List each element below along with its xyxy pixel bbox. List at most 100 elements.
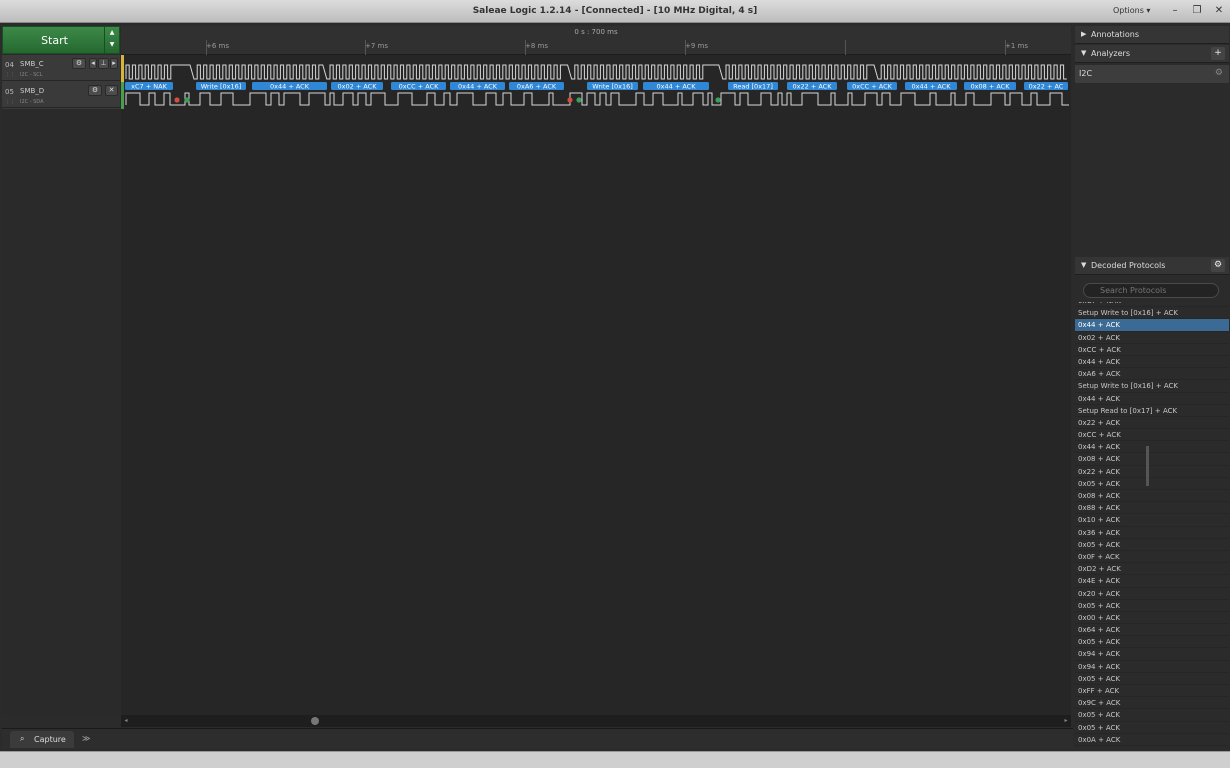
time-ruler[interactable]: 0 s : 700 ms +6 ms +7 ms +8 ms +9 ms +1 … — [121, 26, 1071, 55]
list-item[interactable]: 0x08 + ACK — [1075, 453, 1229, 466]
analyzers-header[interactable]: ▼ Analyzers + — [1075, 45, 1229, 63]
list-item[interactable]: 0x44 + ACK — [1075, 319, 1229, 332]
decoded-protocols-list[interactable]: 0xC7 + NAKSetup Write to [0x16] + ACK0x4… — [1075, 302, 1229, 750]
list-item[interactable]: 0x44 + ACK — [1075, 441, 1229, 454]
scroll-right-icon[interactable]: ▸ — [1061, 715, 1071, 727]
frame-label: xC7 + NAK — [131, 83, 167, 91]
list-item[interactable]: 0x20 + ACK — [1075, 588, 1229, 600]
list-item[interactable]: 0x94 + ACK — [1075, 661, 1229, 673]
waveform-area[interactable]: xC7 + NAK Write [0x16] 0x44 + ACK 0x02 + AC… — [121, 55, 1071, 715]
ruler-center-time: 0 s : 700 ms — [574, 28, 618, 36]
status-bar — [0, 751, 1230, 768]
list-item[interactable]: 0x64 + ACK — [1075, 624, 1229, 637]
channel-name[interactable]: SMB_D — [20, 87, 44, 95]
close-icon[interactable]: ✕ — [105, 85, 118, 96]
gear-icon[interactable]: ⚙ — [1215, 68, 1223, 78]
gear-icon[interactable]: ⚙ — [1211, 259, 1225, 272]
scroll-left-icon[interactable]: ◂ — [121, 715, 131, 727]
list-item[interactable]: 0x88 + ACK — [1075, 502, 1229, 515]
expand-triangle-icon[interactable]: ▶ — [1081, 30, 1086, 38]
frame-label: 0xA6 + ACK — [517, 83, 557, 91]
list-item[interactable]: 0x05 + ACK — [1075, 478, 1229, 490]
list-item[interactable]: 0xFF + ACK — [1075, 685, 1229, 698]
channel-row-scl[interactable]: 04 SMB_C ⋮⋮ I2C - SCL ⚙ ◂ ⊥ ▸ — [2, 55, 120, 81]
tick-label: +8 ms — [525, 42, 549, 50]
vertical-scroll-thumb[interactable] — [1146, 446, 1149, 486]
restore-button[interactable]: ❐ — [1186, 3, 1208, 18]
channel-subtitle: I2C - SCL — [20, 72, 43, 78]
start-label: Start — [41, 34, 68, 47]
chevron-down-icon[interactable]: ▼ — [105, 39, 119, 51]
list-item[interactable]: 0x10 + ACK — [1075, 514, 1229, 527]
analyzer-item[interactable]: I2C ⚙ — [1075, 65, 1229, 83]
list-item[interactable]: 0x44 + ACK — [1075, 356, 1229, 369]
annotations-header[interactable]: ▶ Annotations — [1075, 26, 1229, 44]
close-button[interactable]: ✕ — [1208, 3, 1230, 18]
list-item[interactable]: 0xCC + ACK — [1075, 344, 1229, 356]
horizontal-scrollbar[interactable]: ◂ ▸ — [121, 715, 1071, 727]
add-analyzer-button[interactable]: + — [1211, 47, 1225, 60]
list-item[interactable]: 0x94 + ACK — [1075, 648, 1229, 661]
gear-icon[interactable]: ⚙ — [88, 85, 102, 96]
trigger-prev-icon[interactable]: ◂ — [89, 58, 97, 69]
search-protocols-input[interactable] — [1083, 283, 1219, 298]
annotations-title: Annotations — [1091, 30, 1140, 39]
capture-icon: ⌕ — [20, 734, 25, 743]
start-marker — [184, 97, 190, 103]
scroll-thumb[interactable] — [311, 717, 319, 725]
list-item[interactable]: 0x05 + ACK — [1075, 709, 1229, 722]
list-item[interactable]: 0x02 + ACK — [1075, 332, 1229, 344]
drag-handle-icon[interactable]: ⋮⋮ — [5, 99, 15, 105]
list-item[interactable]: 0x05 + ACK — [1075, 673, 1229, 685]
gear-icon[interactable]: ⚙ — [72, 58, 86, 69]
list-item[interactable]: 0x9C + ACK — [1075, 697, 1229, 710]
minimize-button[interactable]: – — [1164, 3, 1186, 18]
tick-label: +1 ms — [1005, 42, 1029, 50]
list-item[interactable]: 0x00 + ACK — [1075, 612, 1229, 625]
collapse-triangle-icon[interactable]: ▼ — [1081, 261, 1086, 269]
more-tabs-icon[interactable]: ≫ — [82, 734, 90, 743]
stop-marker — [174, 97, 180, 103]
tab-capture[interactable]: ⌕ Capture — [10, 731, 74, 748]
options-menu[interactable]: Options ▾ — [1113, 6, 1150, 15]
tick-label: +7 ms — [365, 42, 389, 50]
list-item[interactable]: 0x36 + ACK — [1075, 527, 1229, 539]
list-item[interactable]: 0x05 + ACK — [1075, 600, 1229, 612]
decoded-frames: xC7 + NAK Write [0x16] 0x44 + ACK 0x02 + AC… — [125, 82, 1068, 91]
channel-panel: 04 SMB_C ⋮⋮ I2C - SCL ⚙ ◂ ⊥ ▸ 05 SMB_D ⋮… — [2, 55, 120, 109]
list-item[interactable]: 0x22 + ACK — [1075, 417, 1229, 430]
list-item[interactable]: Setup Write to [0x16] + ACK — [1075, 307, 1229, 320]
start-options-stepper[interactable]: ▲ ▼ — [104, 27, 119, 53]
collapse-triangle-icon[interactable]: ▼ — [1081, 49, 1086, 57]
trigger-next-icon[interactable]: ▸ — [110, 58, 118, 69]
frame-label: 0x22 + AC — [1029, 83, 1064, 91]
list-item[interactable]: 0xA6 + ACK — [1075, 368, 1229, 381]
frame-label: 0x44 + ACK — [657, 83, 697, 91]
list-item[interactable]: 0x4E + ACK — [1075, 575, 1229, 588]
chevron-up-icon[interactable]: ▲ — [105, 27, 119, 39]
decoded-protocols-header[interactable]: ▼ Decoded Protocols ⚙ — [1075, 257, 1229, 275]
list-item[interactable]: Setup Read to [0x17] + ACK — [1075, 405, 1229, 417]
trigger-edge-icon[interactable]: ⊥ — [98, 58, 109, 69]
list-item[interactable]: 0xCC + ACK — [1075, 429, 1229, 442]
channel-row-sda[interactable]: 05 SMB_D ⋮⋮ I2C - SDA ⚙ ✕ — [2, 82, 120, 108]
list-item[interactable]: 0x08 + ACK — [1075, 490, 1229, 503]
channel-number: 04 — [5, 61, 14, 69]
list-item[interactable]: Setup Write to [0x16] + ACK — [1075, 380, 1229, 393]
list-item[interactable]: 0x0F + ACK — [1075, 551, 1229, 564]
frame-label: 0xCC + ACK — [399, 83, 440, 91]
list-item[interactable]: 0x44 + ACK — [1075, 393, 1229, 405]
sda-activity-marker — [121, 82, 124, 109]
list-item[interactable]: 0x22 + ACK — [1075, 466, 1229, 478]
list-item[interactable]: 0x05 + ACK — [1075, 636, 1229, 649]
list-item[interactable]: 0x05 + ACK — [1075, 722, 1229, 734]
right-panel: ▶ Annotations ▼ Analyzers + I2C ⚙ ▼ Deco… — [1075, 26, 1229, 750]
channel-number: 05 — [5, 88, 14, 96]
sda-trace — [125, 92, 1069, 106]
start-button[interactable]: Start ▲ ▼ — [2, 26, 120, 54]
drag-handle-icon[interactable]: ⋮⋮ — [5, 72, 15, 78]
list-item[interactable]: 0xD2 + ACK — [1075, 563, 1229, 576]
list-item[interactable]: 0x0A + ACK — [1075, 734, 1229, 746]
channel-name[interactable]: SMB_C — [20, 60, 44, 68]
list-item[interactable]: 0x05 + ACK — [1075, 539, 1229, 551]
